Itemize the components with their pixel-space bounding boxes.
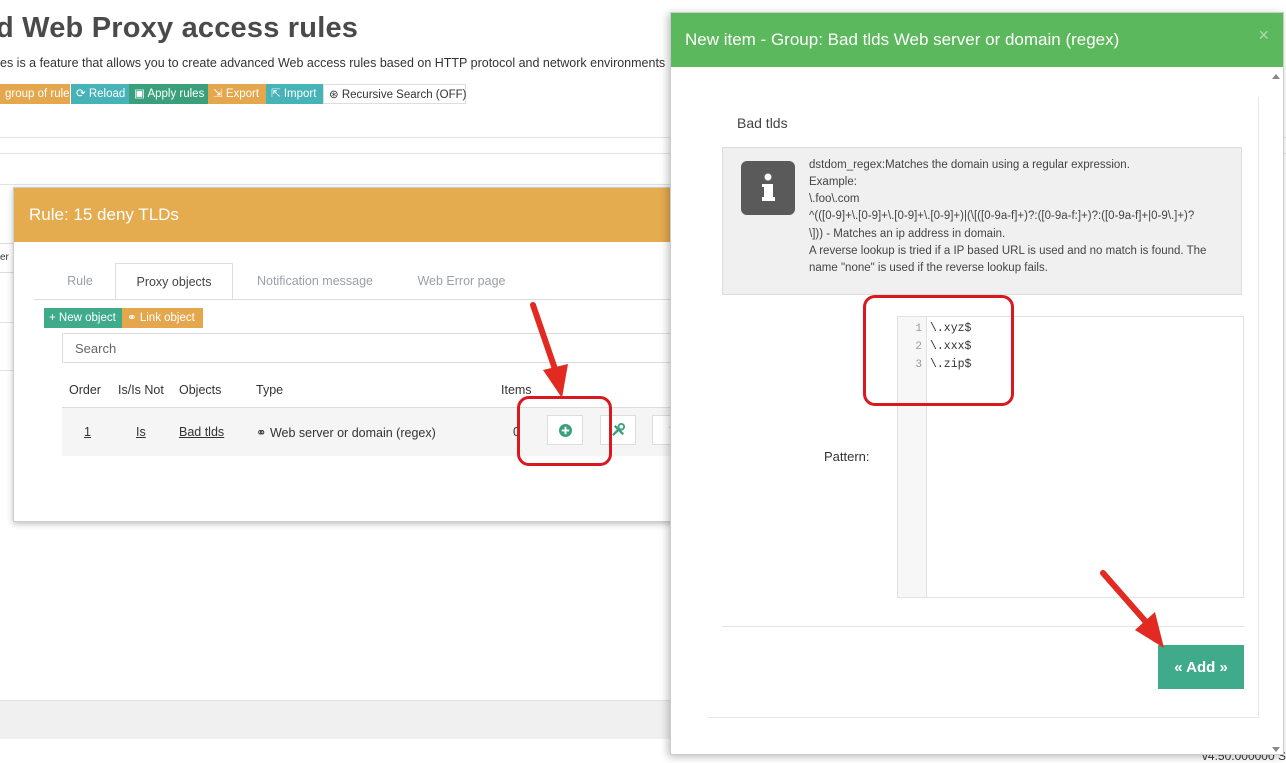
red-arrow-icon [530, 302, 568, 398]
red-arrow-icon [1100, 570, 1164, 648]
annotation-arrows [530, 302, 1164, 648]
